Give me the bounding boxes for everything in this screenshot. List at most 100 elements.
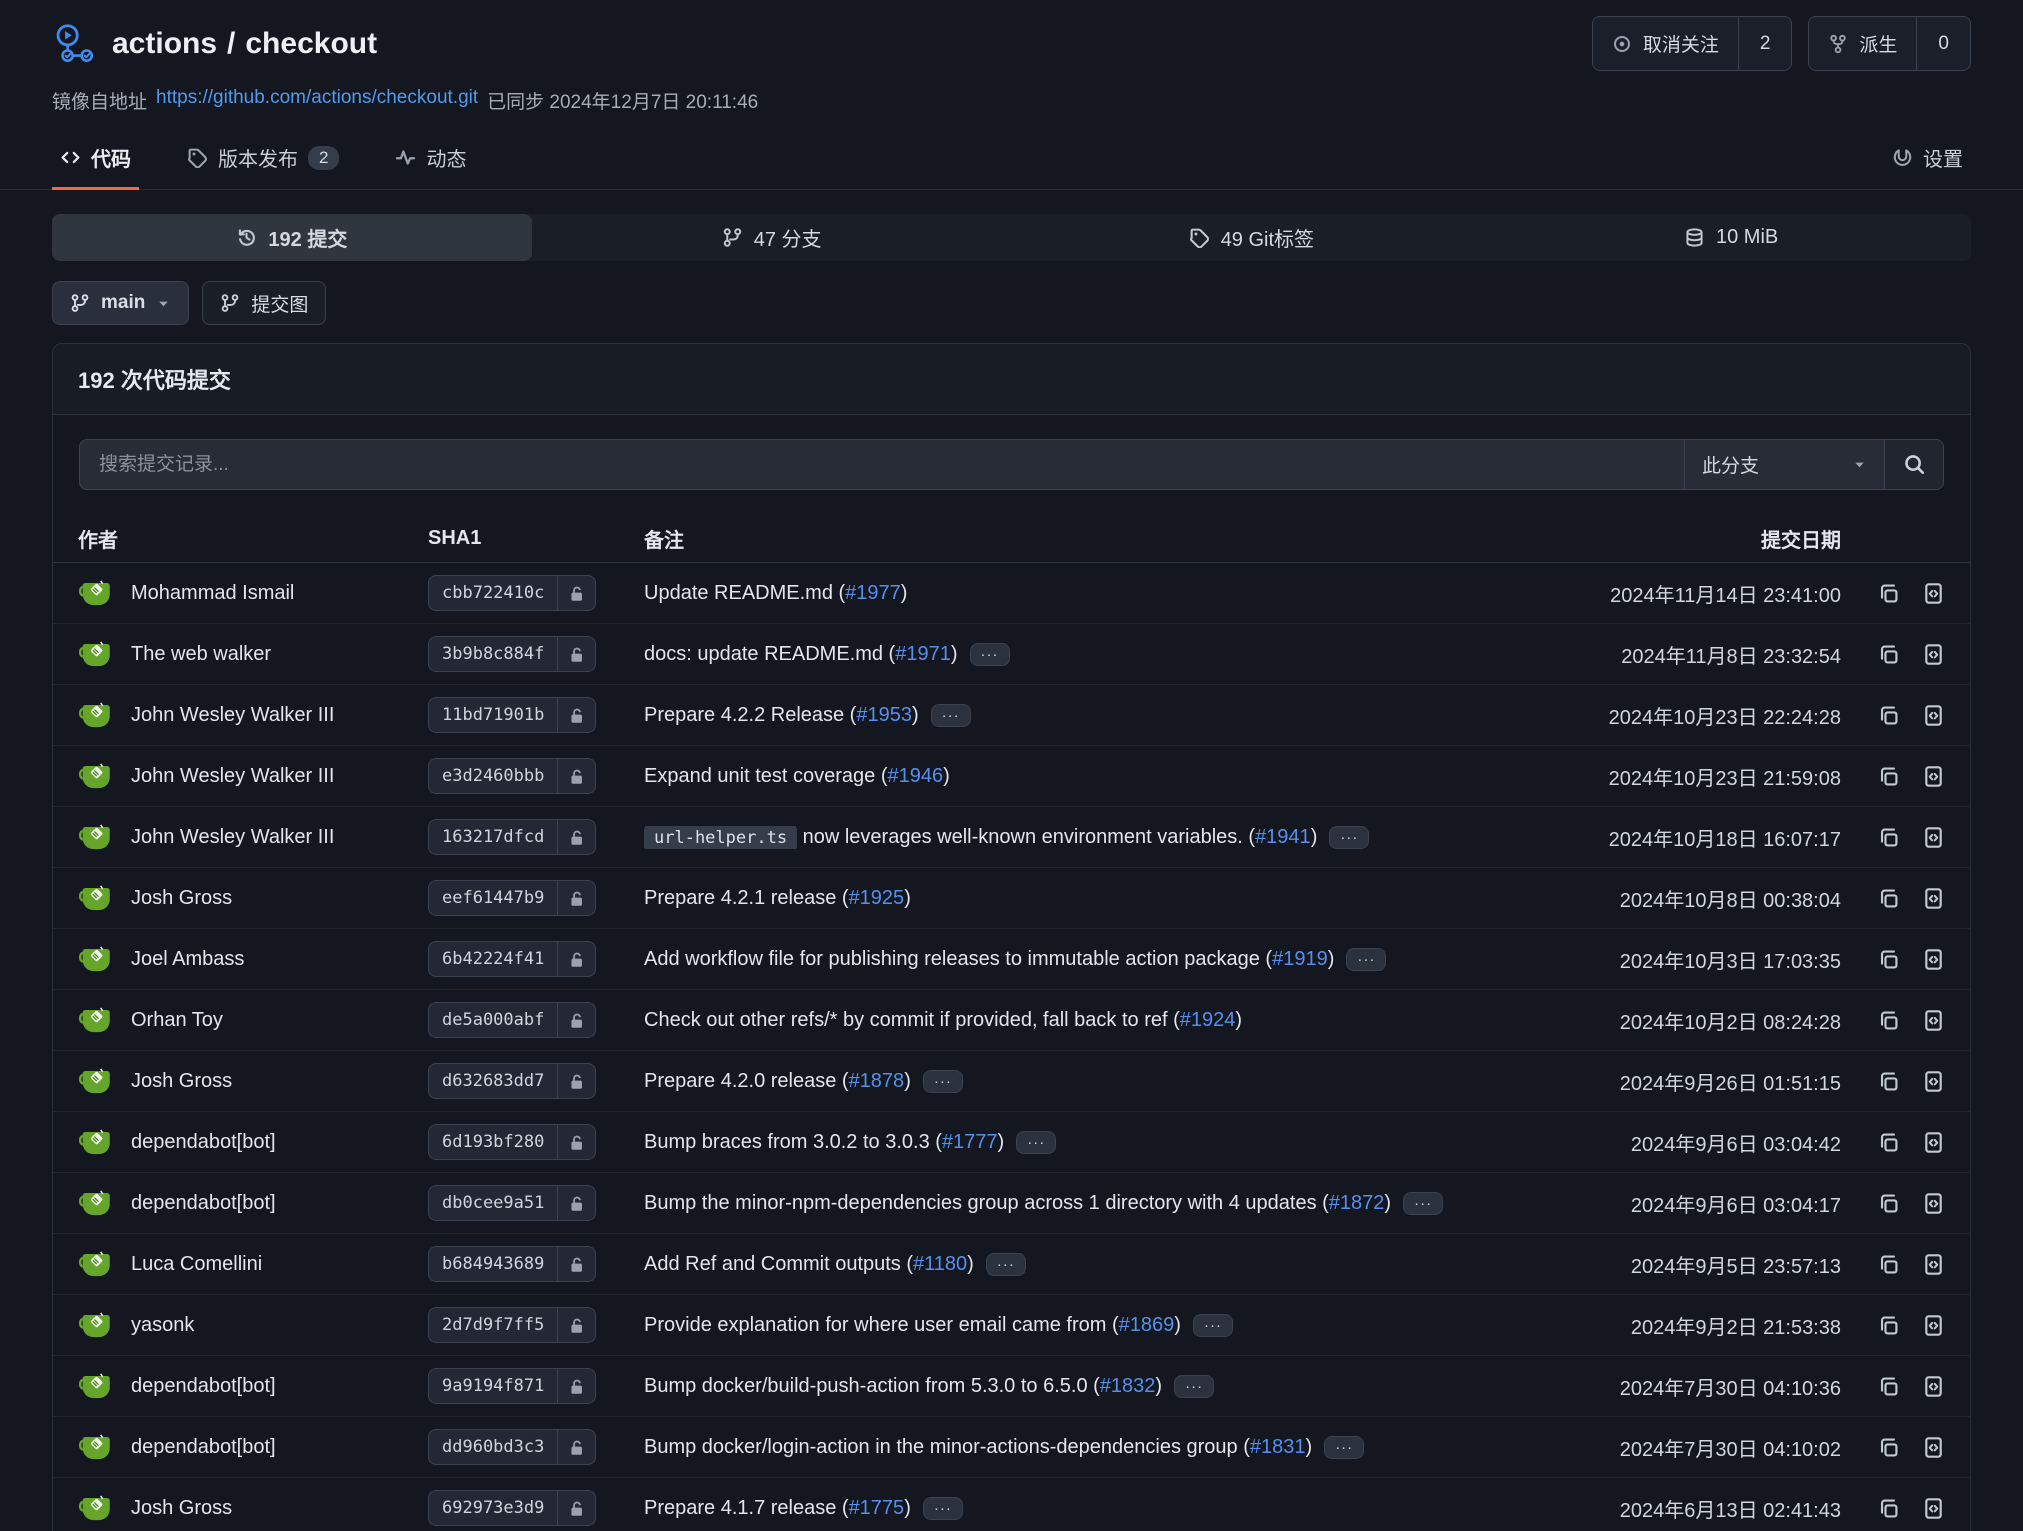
copy-sha-button[interactable] [1877, 765, 1900, 788]
commit-issue-link[interactable]: #1831 [1250, 1436, 1306, 1458]
commit-sha-badge[interactable]: db0cee9a51 [428, 1185, 596, 1221]
commit-more-button[interactable]: ··· [923, 1070, 963, 1093]
copy-sha-button[interactable] [1877, 1131, 1900, 1154]
commit-issue-link[interactable]: #1869 [1119, 1314, 1175, 1336]
unwatch-button[interactable]: 取消关注 2 [1592, 16, 1793, 71]
commit-sha-badge[interactable]: 11bd71901b [428, 697, 596, 733]
commit-issue-link[interactable]: #1832 [1100, 1375, 1156, 1397]
commit-sha-badge[interactable]: 6b42224f41 [428, 941, 596, 977]
copy-sha-button[interactable] [1877, 1436, 1900, 1459]
browse-code-button[interactable] [1922, 1375, 1945, 1398]
commit-issue-link[interactable]: #1941 [1255, 826, 1311, 848]
browse-code-button[interactable] [1922, 1070, 1945, 1093]
commit-sha-badge[interactable]: 692973e3d9 [428, 1490, 596, 1526]
commit-issue-link[interactable]: #1872 [1329, 1192, 1385, 1214]
stat-branches[interactable]: 47 分支 [532, 214, 1012, 261]
commit-issue-link[interactable]: #1925 [849, 887, 905, 909]
commit-more-button[interactable]: ··· [1403, 1192, 1443, 1215]
commit-sha-badge[interactable]: eef61447b9 [428, 880, 596, 916]
commit-sha-badge[interactable]: 163217dfcd [428, 819, 596, 855]
browse-code-button[interactable] [1922, 582, 1945, 605]
commit-search-button[interactable] [1884, 440, 1943, 489]
stat-commits[interactable]: 192 提交 [52, 214, 532, 261]
commit-more-button[interactable]: ··· [1016, 1131, 1056, 1154]
browse-code-button[interactable] [1922, 1314, 1945, 1337]
stat-size[interactable]: 10 MiB [1491, 214, 1971, 261]
browse-code-button[interactable] [1922, 1009, 1945, 1032]
commit-issue-link[interactable]: #1924 [1180, 1009, 1236, 1031]
commit-issue-link[interactable]: #1878 [849, 1070, 905, 1092]
browse-code-button[interactable] [1922, 1192, 1945, 1215]
tab-settings[interactable]: 设置 [1884, 128, 1971, 189]
commit-sha-badge[interactable]: dd960bd3c3 [428, 1429, 596, 1465]
commit-graph-button[interactable]: 提交图 [202, 281, 326, 325]
commit-more-button[interactable]: ··· [1346, 948, 1386, 971]
commit-more-button[interactable]: ··· [1329, 826, 1369, 849]
browse-code-button[interactable] [1922, 1497, 1945, 1520]
commit-sha-badge[interactable]: cbb722410c [428, 575, 596, 611]
tab-releases[interactable]: 版本发布 2 [179, 128, 347, 189]
fork-button[interactable]: 派生 0 [1808, 16, 1971, 71]
commit-more-button[interactable]: ··· [931, 704, 971, 727]
commit-sha-badge[interactable]: 3b9b8c884f [428, 636, 596, 672]
copy-sha-button[interactable] [1877, 1497, 1900, 1520]
browse-code-button[interactable] [1922, 1253, 1945, 1276]
browse-code-button[interactable] [1922, 826, 1945, 849]
copy-sha-button[interactable] [1877, 1314, 1900, 1337]
copy-icon [1877, 582, 1900, 605]
browse-code-button[interactable] [1922, 887, 1945, 910]
browse-code-button[interactable] [1922, 948, 1945, 971]
commit-more-button[interactable]: ··· [1174, 1375, 1214, 1398]
commit-issue-link[interactable]: #1919 [1272, 948, 1328, 970]
branch-selector[interactable]: main [52, 281, 189, 325]
mirror-url-link[interactable]: https://github.com/actions/checkout.git [156, 87, 478, 114]
commit-search-input[interactable] [80, 440, 1684, 489]
copy-sha-button[interactable] [1877, 582, 1900, 605]
commit-sha-text: 163217dfcd [429, 820, 557, 854]
copy-sha-button[interactable] [1877, 1375, 1900, 1398]
commit-more-button[interactable]: ··· [1193, 1314, 1233, 1337]
commit-sha-badge[interactable]: e3d2460bbb [428, 758, 596, 794]
stat-tags[interactable]: 49 Git标签 [1012, 214, 1492, 261]
copy-sha-button[interactable] [1877, 704, 1900, 727]
copy-sha-button[interactable] [1877, 643, 1900, 666]
copy-sha-button[interactable] [1877, 948, 1900, 971]
copy-sha-button[interactable] [1877, 1192, 1900, 1215]
commit-sha-badge[interactable]: 6d193bf280 [428, 1124, 596, 1160]
commit-sha-badge[interactable]: 9a9194f871 [428, 1368, 596, 1404]
tab-code[interactable]: 代码 [52, 128, 139, 189]
commit-sha-badge[interactable]: de5a000abf [428, 1002, 596, 1038]
browse-code-button[interactable] [1922, 1436, 1945, 1459]
browse-code-button[interactable] [1922, 765, 1945, 788]
fork-count[interactable]: 0 [1916, 17, 1970, 70]
commit-issue-link[interactable]: #1775 [849, 1497, 905, 1519]
copy-sha-button[interactable] [1877, 887, 1900, 910]
commit-issue-link[interactable]: #1953 [856, 704, 912, 726]
commit-sha-badge[interactable]: 2d7d9f7ff5 [428, 1307, 596, 1343]
browse-code-button[interactable] [1922, 704, 1945, 727]
repo-name-link[interactable]: checkout [245, 27, 377, 61]
commit-issue-link[interactable]: #1777 [942, 1131, 998, 1153]
branch-filter-dropdown[interactable]: 此分支 [1684, 440, 1884, 489]
watch-count[interactable]: 2 [1738, 17, 1792, 70]
copy-sha-button[interactable] [1877, 826, 1900, 849]
commit-more-button[interactable]: ··· [986, 1253, 1026, 1276]
commit-more-button[interactable]: ··· [1324, 1436, 1364, 1459]
commit-more-button[interactable]: ··· [970, 643, 1010, 666]
commit-sha-badge[interactable]: b684943689 [428, 1246, 596, 1282]
commit-issue-link[interactable]: #1180 [913, 1253, 967, 1275]
commit-more-button[interactable]: ··· [923, 1497, 963, 1520]
copy-sha-button[interactable] [1877, 1070, 1900, 1093]
browse-code-button[interactable] [1922, 1131, 1945, 1154]
copy-icon [1877, 1131, 1900, 1154]
repo-owner-link[interactable]: actions [112, 27, 217, 61]
browse-code-button[interactable] [1922, 643, 1945, 666]
commit-message-suffix: ) [951, 643, 958, 665]
commit-issue-link[interactable]: #1971 [895, 643, 951, 665]
commit-issue-link[interactable]: #1977 [845, 582, 901, 604]
copy-sha-button[interactable] [1877, 1009, 1900, 1032]
copy-sha-button[interactable] [1877, 1253, 1900, 1276]
commit-issue-link[interactable]: #1946 [887, 765, 943, 787]
tab-activity[interactable]: 动态 [387, 128, 474, 189]
commit-sha-badge[interactable]: d632683dd7 [428, 1063, 596, 1099]
